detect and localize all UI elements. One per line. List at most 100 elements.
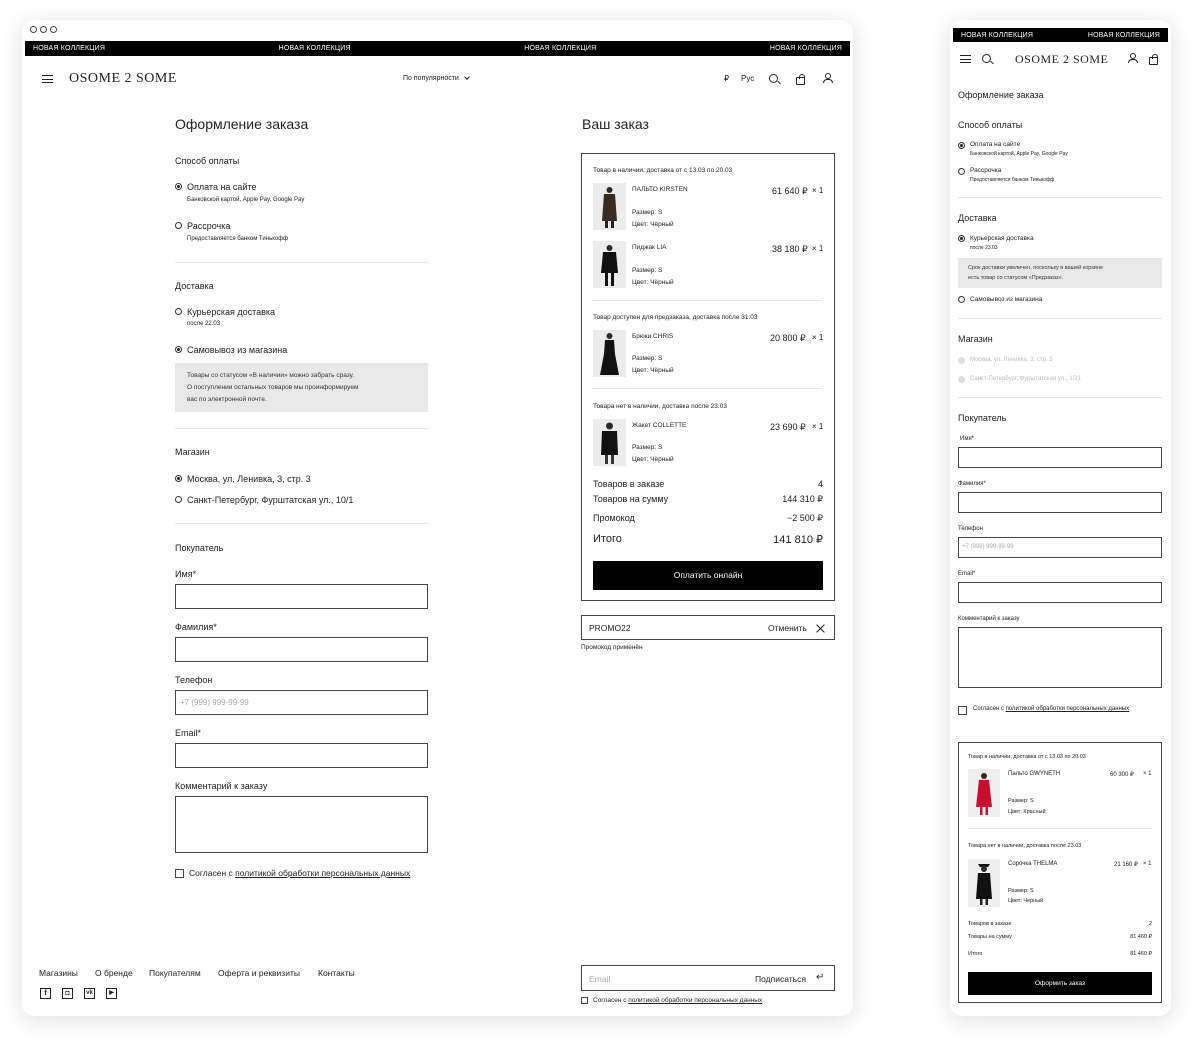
enter-arrow-icon[interactable]: ↵ <box>816 972 824 983</box>
product-size: Размер: S <box>632 355 663 362</box>
consent-prefix: Согласен с <box>189 868 236 878</box>
email-input[interactable] <box>958 582 1162 603</box>
footer-link-stores[interactable]: Магазины <box>39 968 78 978</box>
site-logo[interactable]: OSOME 2 SOME <box>1015 52 1108 67</box>
footer-link-contacts[interactable]: Контакты <box>318 968 355 978</box>
delivery-courier-radio[interactable] <box>958 235 965 242</box>
payment-installment-label[interactable]: Рассрочка <box>187 221 230 231</box>
product-size: Размер: S <box>1008 798 1034 804</box>
comment-textarea[interactable] <box>958 627 1162 688</box>
privacy-policy-link[interactable]: политикой обработки персональных данных <box>1006 706 1130 712</box>
consent-checkbox[interactable] <box>958 706 967 715</box>
group-heading: Товар в наличии, доставка от с 13.03 по … <box>593 167 733 174</box>
delivery-pickup-radio[interactable] <box>958 296 965 303</box>
payment-title: Способ оплаты <box>958 120 1023 130</box>
phone-input[interactable]: +7 (999) 999-99-99 <box>175 690 428 715</box>
grand-total-value: 141 810 ₽ <box>773 534 823 546</box>
subscribe-consent-checkbox[interactable] <box>581 997 588 1004</box>
youtube-icon[interactable]: ▶ <box>106 988 117 999</box>
payment-online-radio[interactable] <box>175 183 182 190</box>
product-price: 20 800 ₽ <box>770 333 806 343</box>
menu-icon[interactable] <box>960 55 971 63</box>
delivery-courier-radio[interactable] <box>175 308 182 315</box>
cart-icon[interactable] <box>1149 54 1158 65</box>
total-value: 81 460 ₽ <box>1130 934 1152 940</box>
product-price: 21 160 ₽ <box>1114 862 1138 868</box>
store-moscow-radio[interactable] <box>175 475 182 482</box>
payment-online-radio[interactable] <box>958 142 965 149</box>
surname-input[interactable] <box>958 492 1162 513</box>
total-label: Товары на сумму <box>968 934 1012 940</box>
consent-checkbox[interactable] <box>175 869 184 878</box>
store-moscow-label[interactable]: Москва, ул. Ленивка, 3, стр. 3 <box>970 357 1053 363</box>
product-size: Размер: S <box>632 444 663 451</box>
payment-online-label[interactable]: Оплата на сайте <box>970 141 1020 148</box>
product-name[interactable]: Пиджак LIA <box>632 244 666 251</box>
store-spb-radio[interactable] <box>958 376 965 383</box>
product-image[interactable] <box>593 330 626 377</box>
search-icon[interactable] <box>769 74 778 83</box>
subscribe-button[interactable]: Подписаться <box>755 974 806 984</box>
phone-input[interactable]: +7 (999) 999-99-99 <box>958 537 1162 558</box>
product-name[interactable]: Брюки CHRIS <box>632 333 673 340</box>
language-switch[interactable]: Рус <box>741 74 754 83</box>
name-input[interactable] <box>958 447 1162 468</box>
total-label: Товаров на сумму <box>593 494 669 504</box>
promo-cancel-button[interactable]: Отменить <box>768 623 807 633</box>
product-image[interactable] <box>593 183 626 230</box>
menu-icon[interactable] <box>42 75 53 83</box>
site-logo[interactable]: OSOME 2 SOME <box>69 71 177 87</box>
payment-installment-radio[interactable] <box>958 168 965 175</box>
product-qty: × 1 <box>812 186 824 195</box>
payment-online-label[interactable]: Оплата на сайте <box>187 182 257 192</box>
email-input[interactable] <box>175 743 428 768</box>
delivery-pickup-radio[interactable] <box>175 346 182 353</box>
currency-switch[interactable]: ₽ <box>724 74 729 83</box>
delivery-courier-label[interactable]: Курьерская доставка <box>970 235 1034 242</box>
product-qty: × 1 <box>812 422 824 431</box>
account-icon[interactable] <box>1128 53 1138 63</box>
product-name[interactable]: Сорочка THELMA <box>1008 861 1057 867</box>
ticker-text: Новая коллекция <box>33 45 106 52</box>
close-icon[interactable] <box>816 624 825 633</box>
footer-link-customers[interactable]: Покупателям <box>149 968 201 978</box>
product-image[interactable] <box>593 241 626 288</box>
name-input[interactable] <box>175 584 428 609</box>
product-image[interactable] <box>968 769 1000 817</box>
delivery-pickup-label[interactable]: Самовывоз из магазина <box>187 345 287 355</box>
store-moscow-radio[interactable] <box>958 357 965 364</box>
place-order-button[interactable]: Оформить заказ <box>968 972 1152 995</box>
footer-link-brand[interactable]: О бренде <box>95 968 133 978</box>
search-icon[interactable] <box>982 54 991 63</box>
privacy-policy-link[interactable]: политикой обработки персональных данных <box>235 868 410 878</box>
product-name[interactable]: Жакет COLLETTE <box>632 422 686 429</box>
store-spb-label[interactable]: Санкт-Петербург, Фурштатская ул., 10/1 <box>970 376 1081 382</box>
comment-textarea[interactable] <box>175 796 428 853</box>
store-spb-label[interactable]: Санкт-Петербург, Фурштатская ул., 10/1 <box>187 495 353 505</box>
facebook-icon[interactable]: f <box>40 988 51 999</box>
product-image[interactable] <box>593 419 626 466</box>
vk-icon[interactable]: vk <box>84 988 95 999</box>
privacy-policy-link[interactable]: политикой обработки персональных данных <box>628 997 762 1004</box>
product-name[interactable]: Пальто GWYNETH <box>1008 771 1060 777</box>
cart-icon[interactable] <box>796 74 805 85</box>
instagram-icon[interactable]: ◘ <box>62 988 73 999</box>
footer-link-offer[interactable]: Оферта и реквизиты <box>218 968 300 978</box>
account-icon[interactable] <box>823 73 833 83</box>
chevron-down-icon[interactable] <box>464 74 470 80</box>
store-moscow-label[interactable]: Москва, ул. Ленивка, 3, стр. 3 <box>187 474 311 484</box>
pay-online-button[interactable]: Оплатить онлайн <box>593 561 823 590</box>
product-name[interactable]: ПАЛЬТО KIRSTEN <box>632 186 688 193</box>
delivery-pickup-label[interactable]: Самовывоз из магазина <box>970 296 1042 303</box>
payment-installment-label[interactable]: Рассрочка <box>970 167 1001 174</box>
promo-field[interactable]: PROMO22 Отменить <box>581 615 835 640</box>
product-price: 61 640 ₽ <box>772 186 808 196</box>
grand-total-label: Итого <box>968 951 983 957</box>
delivery-courier-label[interactable]: Курьерская доставка <box>187 307 275 317</box>
sort-dropdown[interactable]: По популярности <box>403 75 459 82</box>
payment-installment-radio[interactable] <box>175 222 182 229</box>
store-spb-radio[interactable] <box>175 496 182 503</box>
subscribe-field[interactable]: Email Подписаться ↵ <box>581 965 835 991</box>
surname-input[interactable] <box>175 637 428 662</box>
product-image[interactable] <box>968 859 1000 907</box>
